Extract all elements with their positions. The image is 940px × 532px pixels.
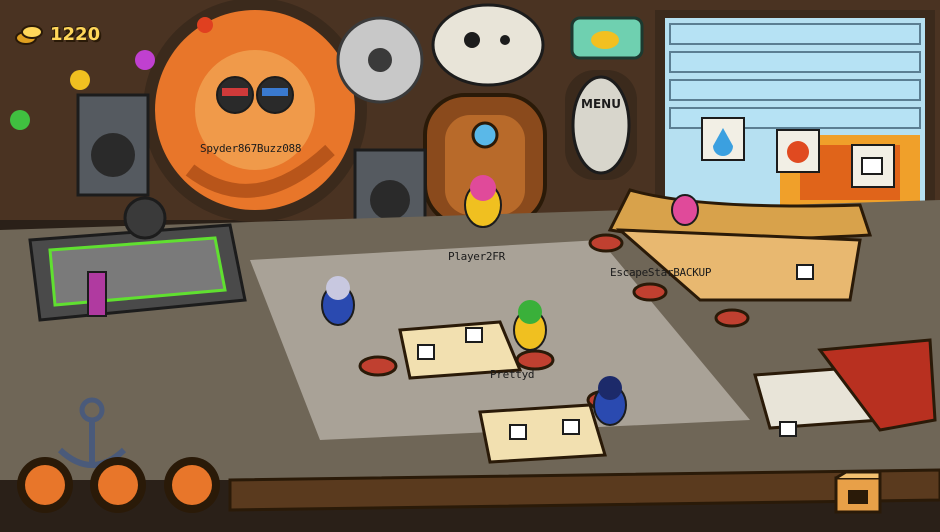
water-sign — [701, 117, 745, 161]
coin-stack-icon — [15, 25, 43, 45]
gear-wheel — [143, 0, 367, 222]
nametag-escape: EscapeStarBACKUP — [610, 266, 712, 279]
coin-counter: 1220 — [14, 22, 100, 46]
coin-count: 1220 — [50, 23, 101, 45]
catalog-button[interactable] — [834, 470, 882, 514]
catalog-box-icon — [834, 470, 882, 514]
player-penguin-barista[interactable] — [671, 194, 699, 226]
small-gear — [336, 16, 424, 104]
nametag-center: Player2FR — [448, 250, 505, 263]
nametag-pretty: Prettyd — [490, 368, 535, 381]
hamster-emblem — [431, 3, 545, 87]
menu-board[interactable]: MENU — [565, 70, 637, 180]
game-scene[interactable]: MENU — [0, 0, 940, 532]
nametag-spyder: Spyder867Buzz088 — [200, 142, 302, 155]
duck-bottle-sign — [570, 16, 644, 60]
puffle-guitar — [87, 271, 107, 317]
cafe-table-2 — [478, 403, 607, 464]
portholes — [17, 457, 220, 513]
coffee-sign — [851, 144, 895, 188]
menu-board-label: MENU — [581, 97, 621, 111]
tomato-sign — [776, 129, 820, 173]
window — [655, 10, 935, 230]
speaker-left — [76, 93, 150, 197]
